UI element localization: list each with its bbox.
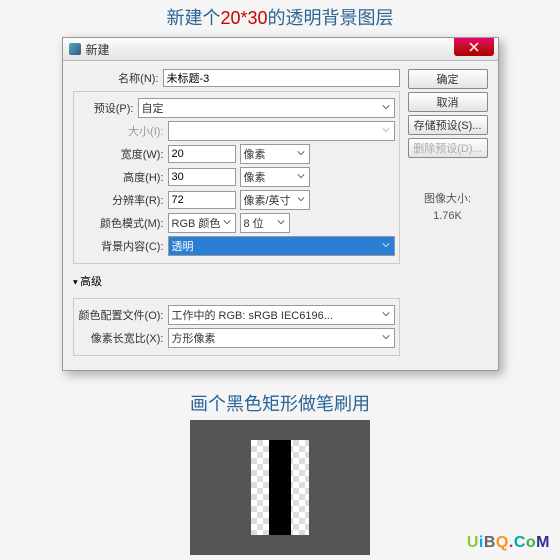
resolution-unit: 像素/英寸 (244, 192, 291, 208)
colorprofile-value: 工作中的 RGB: sRGB IEC6196... (172, 307, 333, 323)
close-button[interactable] (454, 38, 494, 56)
chevron-down-icon (380, 239, 392, 251)
dialog-title: 新建 (86, 41, 110, 58)
chevron-down-icon (380, 331, 392, 343)
filesize-value: 1.76K (408, 208, 488, 225)
colorprofile-label: 颜色配置文件(O): (78, 307, 168, 323)
width-input[interactable] (168, 145, 236, 163)
expand-icon: ▸ (69, 280, 80, 285)
height-unit: 像素 (244, 169, 266, 185)
save-preset-button[interactable]: 存储预设(S)... (408, 115, 488, 135)
step2-title: 画个黑色矩形做笔刷用 (0, 386, 560, 420)
colormode-label: 颜色模式(M): (78, 215, 168, 231)
width-unit: 像素 (244, 146, 266, 162)
size-label: 大小(I): (78, 123, 168, 139)
filesize-label: 图像大小: (408, 191, 488, 208)
chevron-down-icon (221, 216, 233, 228)
chevron-down-icon (295, 193, 307, 205)
pixelaspect-label: 像素长宽比(X): (78, 330, 168, 346)
preset-group: 预设(P): 自定 大小(I): 宽度(W): 像素 高度(H): 像素 (73, 91, 400, 264)
width-unit-select[interactable]: 像素 (240, 144, 310, 164)
advanced-label: 高级 (80, 276, 102, 288)
chevron-down-icon (380, 101, 392, 113)
chevron-down-icon (295, 170, 307, 182)
preset-label: 预设(P): (78, 100, 138, 116)
app-icon (69, 43, 81, 55)
chevron-down-icon (295, 147, 307, 159)
titlebar: 新建 (63, 38, 498, 61)
colormode-value: RGB 颜色 (172, 215, 221, 231)
watermark: UiBQ.CoM (467, 534, 550, 552)
filesize-display: 图像大小: 1.76K (408, 191, 488, 224)
width-label: 宽度(W): (78, 146, 168, 162)
advanced-toggle[interactable]: ▸高级 (73, 268, 400, 294)
delete-preset-button: 删除预设(D)... (408, 138, 488, 158)
name-label: 名称(N): (73, 70, 163, 86)
form-area: 名称(N): 预设(P): 自定 大小(I): 宽度(W): 像素 (73, 69, 400, 360)
height-label: 高度(H): (78, 169, 168, 185)
button-sidebar: 确定 取消 存储预设(S)... 删除预设(D)... 图像大小: 1.76K (408, 69, 488, 360)
preset-select[interactable]: 自定 (138, 98, 395, 118)
name-input[interactable] (163, 69, 400, 87)
bgcontent-label: 背景内容(C): (78, 238, 168, 254)
bgcontent-select[interactable]: 透明 (168, 236, 395, 256)
resolution-unit-select[interactable]: 像素/英寸 (240, 190, 310, 210)
close-icon (469, 42, 479, 52)
step1-prefix: 新建个 (166, 8, 220, 28)
step1-suffix: 的透明背景图层 (268, 8, 394, 28)
ok-button[interactable]: 确定 (408, 69, 488, 89)
colorprofile-select[interactable]: 工作中的 RGB: sRGB IEC6196... (168, 305, 395, 325)
canvas-preview (190, 420, 370, 555)
bgcontent-value: 透明 (172, 238, 194, 254)
advanced-group: 颜色配置文件(O): 工作中的 RGB: sRGB IEC6196... 像素长… (73, 298, 400, 356)
pixelaspect-value: 方形像素 (172, 330, 216, 346)
new-document-dialog: 新建 名称(N): 预设(P): 自定 大小(I): 宽度(W): (62, 37, 499, 371)
height-input[interactable] (168, 168, 236, 186)
chevron-down-icon (380, 124, 392, 136)
resolution-input[interactable] (168, 191, 236, 209)
preset-value: 自定 (142, 100, 164, 116)
pixelaspect-select[interactable]: 方形像素 (168, 328, 395, 348)
resolution-label: 分辨率(R): (78, 192, 168, 208)
height-unit-select[interactable]: 像素 (240, 167, 310, 187)
size-select (168, 121, 395, 141)
step1-title: 新建个20*30的透明背景图层 (0, 0, 560, 34)
transparent-layer (251, 440, 309, 535)
chevron-down-icon (275, 216, 287, 228)
cancel-button[interactable]: 取消 (408, 92, 488, 112)
colordepth-select[interactable]: 8 位 (240, 213, 290, 233)
black-rectangle (269, 440, 291, 535)
colormode-select[interactable]: RGB 颜色 (168, 213, 236, 233)
step1-size: 20*30 (220, 8, 267, 28)
colordepth-value: 8 位 (244, 215, 264, 231)
chevron-down-icon (380, 308, 392, 320)
